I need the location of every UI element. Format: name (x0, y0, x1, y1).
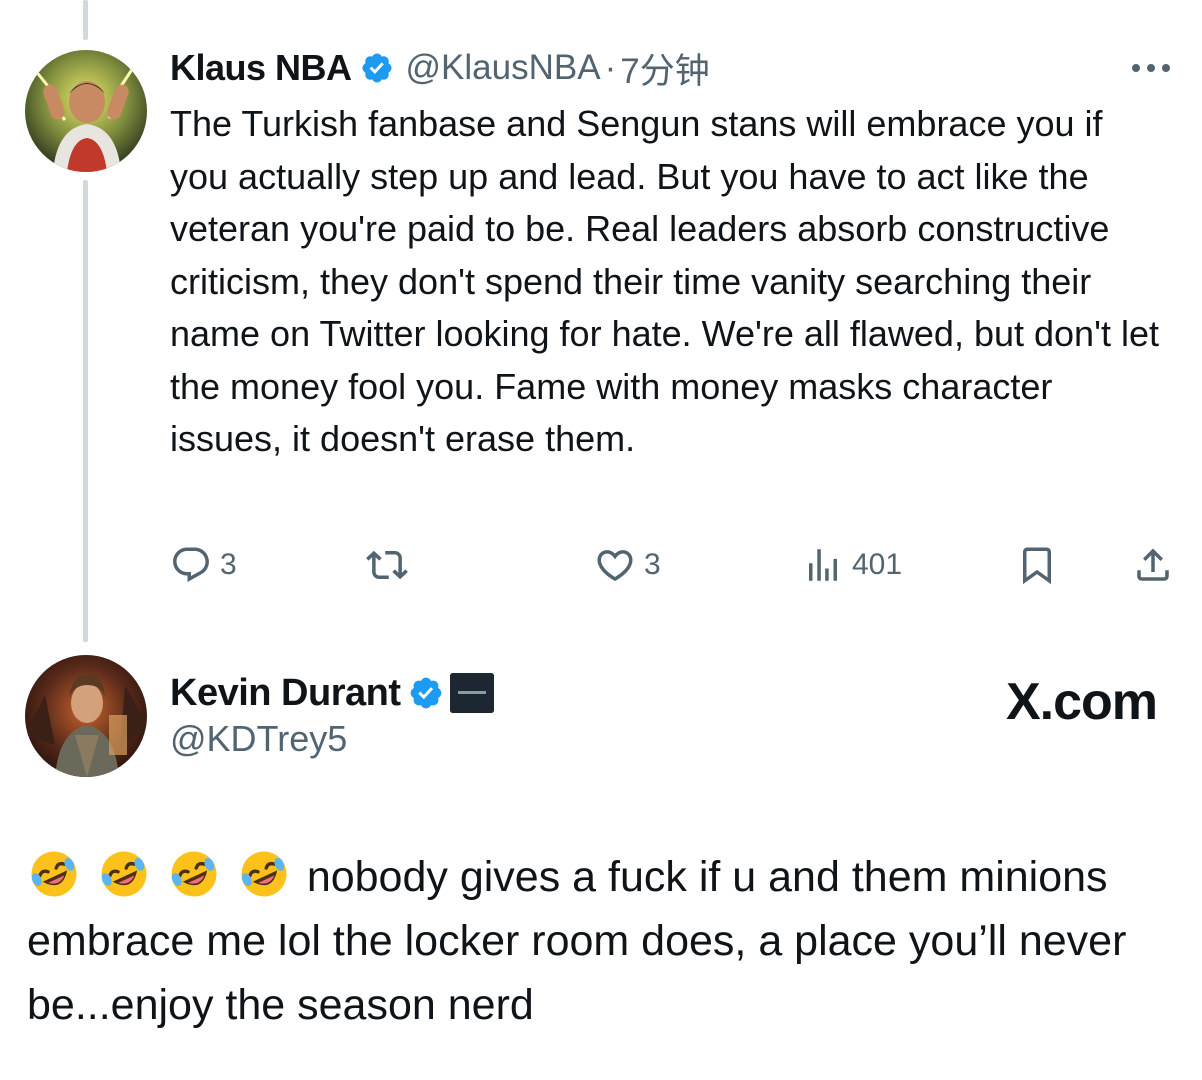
rolling-on-floor-laughing-emoji (97, 847, 151, 901)
bookmark-button[interactable] (1016, 540, 1058, 590)
like-count: 3 (644, 548, 661, 581)
reply-handle[interactable]: @KlausNBA (406, 48, 601, 88)
main-handle[interactable]: @KDTrey5 (170, 718, 347, 760)
emoji-group (27, 851, 307, 901)
main-author-avatar[interactable] (25, 655, 147, 777)
reply-action-bar: 3 3 401 (170, 540, 1175, 590)
reply-tweet-text: The Turkish fanbase and Sengun stans wil… (170, 103, 1159, 459)
reply-timestamp[interactable]: 7分钟 (620, 43, 709, 94)
like-button[interactable]: 3 (594, 540, 661, 590)
reply-button[interactable]: 3 (170, 540, 237, 590)
reply-author-avatar[interactable] (25, 50, 147, 172)
reply-icon (170, 544, 212, 586)
views-button[interactable]: 401 (802, 540, 902, 590)
views-count: 401 (852, 548, 903, 581)
separator-dot: · (604, 48, 617, 87)
share-icon (1132, 544, 1174, 586)
share-button[interactable] (1132, 540, 1174, 590)
thread-line (83, 180, 88, 642)
reply-header: Klaus NBA @KlausNBA · 7分钟 (170, 44, 710, 92)
views-bar-chart-icon (802, 544, 844, 586)
rolling-on-floor-laughing-emoji (237, 847, 291, 901)
more-horizontal-icon[interactable] (1130, 58, 1172, 78)
rolling-on-floor-laughing-emoji (27, 847, 81, 901)
repost-button[interactable] (366, 540, 416, 590)
main-display-name[interactable]: Kevin Durant (170, 672, 401, 715)
verified-badge-icon (408, 675, 444, 711)
reply-count: 3 (220, 548, 237, 581)
heart-icon (594, 544, 636, 586)
main-header: Kevin Durant (170, 668, 495, 718)
x-com-watermark: X.com (1005, 673, 1158, 731)
thread-line (83, 0, 88, 40)
repost-icon (366, 544, 408, 586)
bookmark-icon (1016, 544, 1058, 586)
affiliation-badge-icon[interactable] (450, 673, 495, 713)
reply-display-name[interactable]: Klaus NBA (170, 47, 352, 89)
main-tweet-text: nobody gives a fuck if u and them minion… (27, 845, 1177, 1037)
verified-badge-icon (360, 51, 394, 85)
rolling-on-floor-laughing-emoji (167, 847, 221, 901)
